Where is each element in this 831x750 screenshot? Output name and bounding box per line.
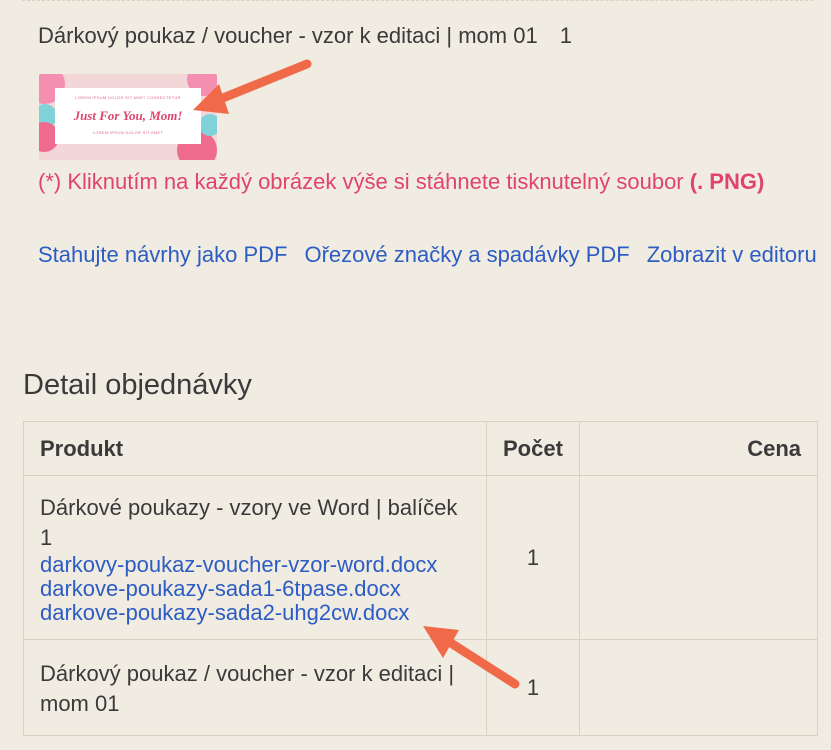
voucher-card: Lorem ipsum dolor sit amet consectetur J…: [55, 88, 201, 144]
download-note-text: (*) Kliknutím na každý obrázek výše si s…: [38, 169, 690, 194]
file-download-link[interactable]: darkove-poukazy-sada2-uhg2cw.docx: [40, 600, 470, 625]
top-divider: [22, 0, 813, 1]
product-name: Dárkový poukaz / voucher - vzor k editac…: [40, 660, 455, 716]
table-row: Dárkové poukazy - vzory ve Word | balíče…: [23, 475, 819, 640]
download-note-format: (. PNG): [689, 169, 765, 194]
download-note: (*) Kliknutím na každý obrázek výše si s…: [38, 165, 818, 199]
qty-cell: 1: [486, 639, 580, 736]
voucher-top-text: Lorem ipsum dolor sit amet consectetur: [75, 95, 181, 100]
column-header-product: Produkt: [23, 421, 487, 476]
price-cell: [578, 475, 819, 640]
price-cell: [578, 639, 819, 736]
file-download-link[interactable]: darkove-poukazy-sada1-6tpase.docx: [40, 576, 470, 601]
order-item-line: Dárkový poukaz / voucher - vzor k editac…: [38, 22, 818, 50]
product-cell: Dárkový poukaz / voucher - vzor k editac…: [23, 639, 487, 736]
open-editor-link[interactable]: Zobrazit v editoru: [647, 242, 817, 267]
product-name: Dárkové poukazy - vzory ve Word | balíče…: [40, 494, 458, 550]
crop-marks-pdf-link[interactable]: Ořezové značky a spadávky PDF: [304, 242, 629, 267]
column-header-qty: Počet: [486, 421, 580, 476]
product-cell: Dárkové poukazy - vzory ve Word | balíče…: [23, 475, 487, 640]
table-row: Dárkový poukaz / voucher - vzor k editac…: [23, 639, 819, 736]
table-header-row: Produkt Počet Cena: [23, 421, 819, 476]
file-download-link[interactable]: darkovy-poukaz-voucher-vzor-word.docx: [40, 552, 470, 577]
flower-decoration: [199, 114, 217, 136]
voucher-heading: Just For You, Mom!: [73, 108, 183, 123]
order-detail-title: Detail objednávky: [23, 369, 252, 401]
voucher-thumbnail-link[interactable]: Lorem ipsum dolor sit amet consectetur J…: [39, 74, 217, 160]
download-links: Stahujte návrhy jako PDF Ořezové značky a…: [38, 236, 823, 274]
voucher-bottom-text: Lorem ipsum dolor sit amet: [92, 130, 164, 135]
qty-cell: 1: [486, 475, 580, 640]
download-pdf-link[interactable]: Stahujte návrhy jako PDF: [38, 242, 287, 267]
order-detail-table: Produkt Počet Cena Dárkové poukazy - vzo…: [23, 421, 819, 736]
column-header-price: Cena: [578, 421, 819, 476]
order-item-title: Dárkový poukaz / voucher - vzor k editac…: [38, 23, 538, 48]
order-item-qty: 1: [559, 23, 572, 48]
